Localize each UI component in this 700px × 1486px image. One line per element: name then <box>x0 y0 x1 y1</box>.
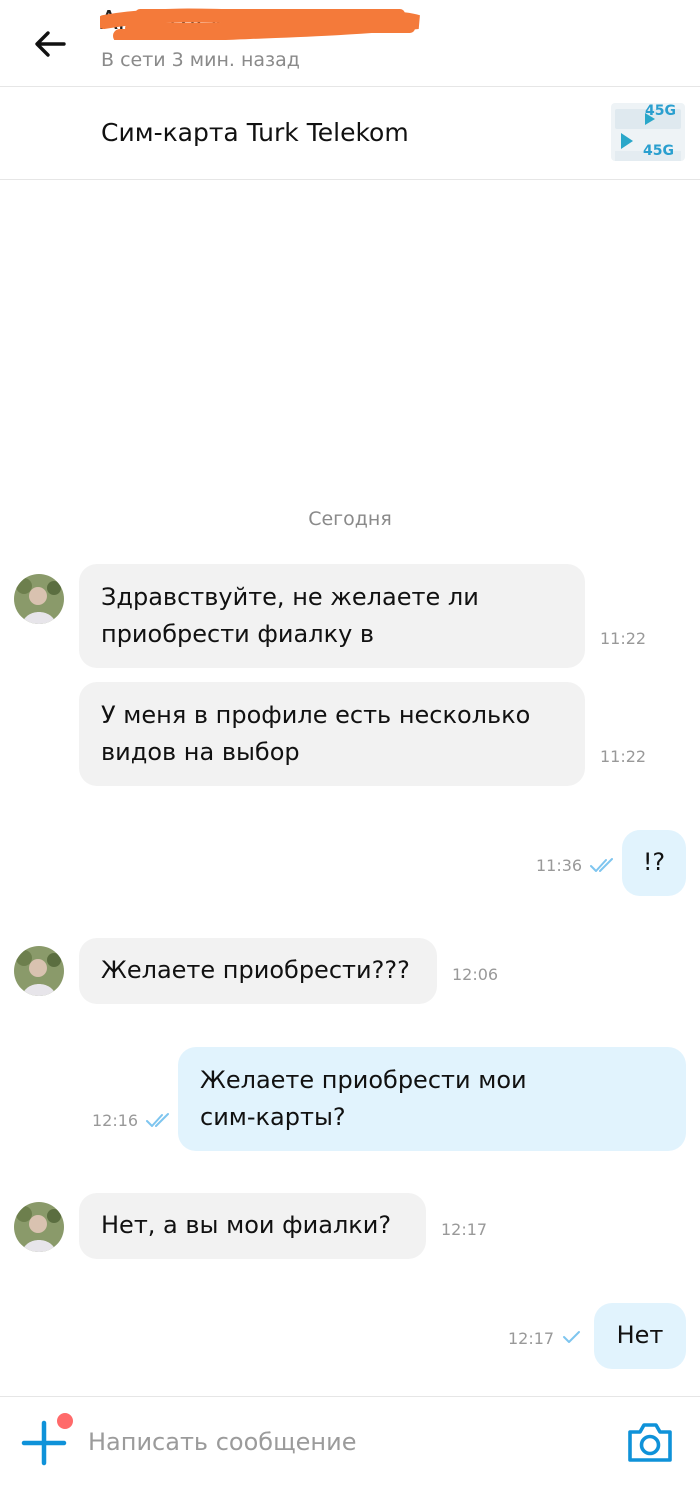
double-check-icon <box>590 858 613 872</box>
message-bubble[interactable]: Здравствуйте, не желаете ли приобрести ф… <box>79 564 585 668</box>
message-line: Желаете приобрести??? <box>101 956 410 984</box>
message-time: 12:17 <box>508 1329 555 1348</box>
message-time: 11:22 <box>600 747 647 766</box>
message-line: Желаете приобрести мои <box>200 1066 527 1094</box>
message-time: 12:16 <box>92 1111 139 1130</box>
message-time: 11:36 <box>536 856 583 875</box>
online-status: В сети 3 мин. назад <box>101 49 300 71</box>
date-separator: Сегодня <box>308 508 392 530</box>
message-line: сим-карты? <box>200 1103 346 1131</box>
thumbnail-label-2: 45G <box>643 143 674 159</box>
avatar[interactable] <box>14 574 64 624</box>
chat-header: Анастасия Худякова В сети 3 мин. назад <box>0 0 700 87</box>
message-bubble[interactable]: Нет, а вы мои фиалки? <box>79 1193 426 1259</box>
message-line: видов на выбор <box>101 738 300 766</box>
back-button[interactable] <box>28 24 72 64</box>
message-line: У меня в профиле есть несколько <box>101 701 531 729</box>
listing-thumbnail[interactable]: 45G 45G <box>611 103 685 161</box>
message-bubble[interactable]: Желаете приобрести мои сим-карты? <box>178 1047 686 1151</box>
camera-icon <box>628 1423 672 1462</box>
arrow-left-icon <box>35 31 66 57</box>
message-line: Нет <box>616 1321 664 1349</box>
listing-bar[interactable]: Сим-карта Turk Telekom 45G 45G <box>0 87 700 180</box>
message-bubble[interactable]: Нет <box>594 1303 686 1369</box>
thumbnail-label: 45G <box>645 103 676 119</box>
message-time: 12:06 <box>452 965 499 984</box>
message-line: !? <box>642 848 666 876</box>
contact-name[interactable]: Анастасия Худякова <box>100 6 420 40</box>
message-bubble[interactable]: У меня в профиле есть несколько видов на… <box>79 682 585 786</box>
message-line: Нет, а вы мои фиалки? <box>101 1211 392 1239</box>
message-line: Здравствуйте, не желаете ли <box>101 583 479 611</box>
avatar[interactable] <box>14 1202 64 1252</box>
check-icon <box>563 1331 580 1343</box>
message-time: 11:22 <box>600 629 647 648</box>
redaction-scribble <box>100 8 420 40</box>
avatar[interactable] <box>14 946 64 996</box>
message-time: 12:17 <box>441 1220 488 1239</box>
message-bubble[interactable]: Желаете приобрести??? <box>79 938 437 1004</box>
message-bubble[interactable]: !? <box>622 830 686 896</box>
notification-dot <box>55 1411 75 1431</box>
camera-button[interactable] <box>626 1420 674 1464</box>
message-input[interactable] <box>86 1419 590 1465</box>
message-composer <box>0 1396 700 1486</box>
message-line: приобрести фиалку в <box>101 620 375 648</box>
double-check-icon <box>146 1113 169 1127</box>
listing-title: Сим-карта Turk Telekom <box>101 118 409 147</box>
